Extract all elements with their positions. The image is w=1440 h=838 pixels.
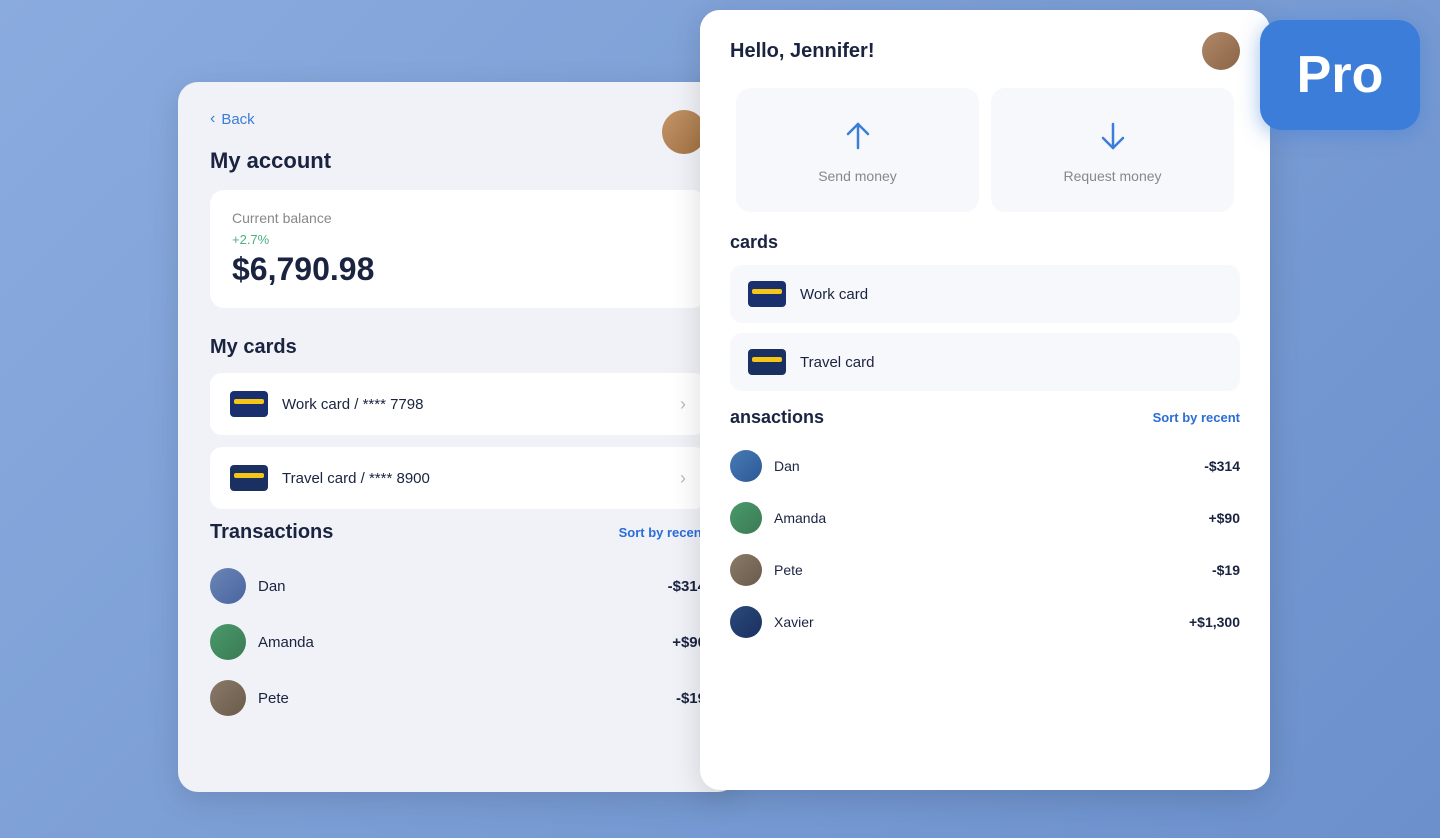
request-money-label: Request money xyxy=(1063,168,1161,184)
card-icon-travel xyxy=(230,465,268,491)
tx-avatar-amanda xyxy=(210,624,246,660)
right-panel: Hello, Jennifer! Send money Request mone… xyxy=(700,10,1270,790)
right-tx-amanda: Amanda +$90 xyxy=(730,492,1240,544)
send-money-button[interactable]: Send money xyxy=(736,88,979,212)
header-avatar[interactable] xyxy=(1202,32,1240,70)
card-item-travel[interactable]: Travel card / **** 8900 › xyxy=(210,447,706,509)
transactions-header: Transactions Sort by recent xyxy=(210,521,706,544)
right-card-label-work: Work card xyxy=(800,286,868,303)
tx-avatar-dan xyxy=(210,568,246,604)
right-transactions-title: ansactions xyxy=(730,407,824,428)
card-icon-work xyxy=(230,391,268,417)
left-panel: ‹ Back My account Current balance +2.7% … xyxy=(178,82,738,792)
right-card-work[interactable]: Work card xyxy=(730,265,1240,323)
right-tx-avatar-pete xyxy=(730,554,762,586)
right-cards-section: cards Work card Travel card ansactions S… xyxy=(700,232,1270,648)
right-transactions-header: ansactions Sort by recent xyxy=(730,407,1240,428)
right-tx-name-amanda: Amanda xyxy=(774,510,826,526)
chevron-right-icon: › xyxy=(680,394,686,415)
my-account-title: My account xyxy=(210,148,706,174)
right-tx-avatar-xavier xyxy=(730,606,762,638)
right-tx-amount-pete: -$19 xyxy=(1212,562,1240,578)
right-tx-dan: Dan -$314 xyxy=(730,440,1240,492)
right-card-icon-travel xyxy=(748,349,786,375)
request-money-button[interactable]: Request money xyxy=(991,88,1234,212)
balance-card: Current balance +2.7% $6,790.98 xyxy=(210,190,706,308)
right-tx-pete: Pete -$19 xyxy=(730,544,1240,596)
right-cards-title: cards xyxy=(730,232,1240,253)
chevron-left-icon: ‹ xyxy=(210,110,215,128)
right-tx-name-pete: Pete xyxy=(774,562,803,578)
transaction-item-amanda: Amanda +$90 xyxy=(210,614,706,670)
right-header: Hello, Jennifer! xyxy=(700,10,1270,88)
transactions-title: Transactions xyxy=(210,521,333,544)
sort-recent-button[interactable]: Sort by recent xyxy=(619,525,706,540)
right-tx-amount-dan: -$314 xyxy=(1204,458,1240,474)
pro-label: Pro xyxy=(1297,45,1384,105)
my-cards-title: My cards xyxy=(210,336,706,359)
arrow-down-icon xyxy=(1093,116,1133,156)
chevron-right-icon-2: › xyxy=(680,468,686,489)
tx-name-dan: Dan xyxy=(258,578,286,595)
right-tx-amount-amanda: +$90 xyxy=(1208,510,1240,526)
balance-pct: +2.7% xyxy=(232,232,684,247)
right-tx-name-xavier: Xavier xyxy=(774,614,814,630)
right-tx-avatar-amanda xyxy=(730,502,762,534)
right-tx-xavier: Xavier +$1,300 xyxy=(730,596,1240,648)
back-button[interactable]: ‹ Back xyxy=(210,110,706,128)
card-label-work: Work card / **** 7798 xyxy=(282,396,423,413)
right-tx-avatar-dan xyxy=(730,450,762,482)
pro-badge[interactable]: Pro xyxy=(1260,20,1420,130)
card-item-work[interactable]: Work card / **** 7798 › xyxy=(210,373,706,435)
tx-name-amanda: Amanda xyxy=(258,634,314,651)
right-tx-amount-xavier: +$1,300 xyxy=(1189,614,1240,630)
transaction-item-pete: Pete -$19 xyxy=(210,670,706,726)
right-card-icon-work xyxy=(748,281,786,307)
back-label: Back xyxy=(221,111,254,128)
right-card-travel[interactable]: Travel card xyxy=(730,333,1240,391)
right-sort-button[interactable]: Sort by recent xyxy=(1153,410,1240,425)
transaction-item-dan: Dan -$314 xyxy=(210,558,706,614)
balance-label: Current balance xyxy=(232,210,684,226)
balance-amount: $6,790.98 xyxy=(232,251,684,288)
right-tx-name-dan: Dan xyxy=(774,458,800,474)
tx-name-pete: Pete xyxy=(258,690,289,707)
actions-row: Send money Request money xyxy=(700,88,1270,212)
greeting: Hello, Jennifer! xyxy=(730,40,874,63)
card-label-travel: Travel card / **** 8900 xyxy=(282,470,430,487)
tx-avatar-pete xyxy=(210,680,246,716)
send-money-label: Send money xyxy=(818,168,897,184)
arrow-up-icon xyxy=(838,116,878,156)
right-card-label-travel: Travel card xyxy=(800,354,874,371)
